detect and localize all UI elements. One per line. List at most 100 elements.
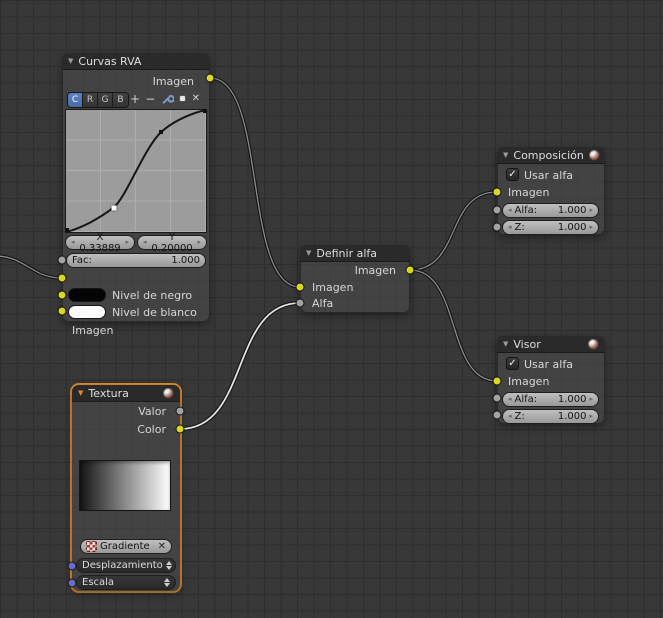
tools-wrench-icon[interactable] <box>161 92 174 105</box>
step-left-icon[interactable]: ◂ <box>508 396 512 403</box>
add-point-button[interactable]: + <box>130 93 140 105</box>
step-right-icon[interactable]: ▸ <box>589 224 593 231</box>
socket-definir-input-alfa[interactable] <box>295 298 305 308</box>
output-label-valor: Valor <box>138 405 166 418</box>
usar-alfa-checkbox[interactable]: ✓ <box>506 357 519 370</box>
socket-visor-input-alfa[interactable] <box>492 393 502 403</box>
node-textura[interactable]: ▼ Textura Valor Color Gradiente ✕ Despla… <box>72 385 180 591</box>
preview-sphere-icon[interactable] <box>588 338 599 350</box>
fac-slider[interactable]: Fac: 1.000 <box>66 253 206 268</box>
alfa-label: Alfa: <box>514 205 538 216</box>
output-label-imagen: Imagen <box>152 75 194 88</box>
white-level-swatch[interactable] <box>68 305 106 319</box>
texture-selector[interactable]: Gradiente ✕ <box>80 539 172 554</box>
unlink-texture-icon[interactable]: ✕ <box>158 541 166 552</box>
socket-textura-output-valor[interactable] <box>175 406 185 416</box>
socket-composicion-input-imagen[interactable] <box>492 187 502 197</box>
step-left-icon[interactable]: ◂ <box>71 239 75 246</box>
node-title: Curvas RVA <box>78 54 142 68</box>
desplazamiento-field[interactable]: Desplazamiento <box>76 558 176 573</box>
socket-curvas-input-nivel-negro[interactable] <box>57 290 67 300</box>
step-left-icon[interactable]: ◂ <box>508 413 512 420</box>
node-textura-header[interactable]: ▼ Textura <box>72 385 180 402</box>
step-right-icon[interactable]: ▸ <box>589 413 593 420</box>
escala-field[interactable]: Escala <box>76 575 176 590</box>
usar-alfa-label: Usar alfa <box>524 358 573 371</box>
input-label-nivel-negro: Nivel de negro <box>112 289 193 302</box>
input-label-imagen: Imagen <box>312 281 354 294</box>
socket-composicion-input-alfa[interactable] <box>492 205 502 215</box>
z-label: Z: <box>514 222 525 233</box>
alfa-value: 1.000 <box>557 205 587 216</box>
node-curvas-rva-header[interactable]: ▼ Curvas RVA <box>62 53 210 70</box>
remove-point-button[interactable]: − <box>145 93 155 105</box>
channel-r-button[interactable]: R <box>83 93 98 107</box>
socket-visor-input-imagen[interactable] <box>492 376 502 386</box>
socket-definir-input-imagen[interactable] <box>295 282 305 292</box>
curve-x-field[interactable]: ◂ X 0.33889 ▸ <box>65 232 135 254</box>
step-right-icon[interactable]: ▸ <box>589 207 593 214</box>
channel-g-button[interactable]: G <box>98 93 113 107</box>
z-number-field[interactable]: ◂ Z: 1.000 ▸ <box>502 409 599 424</box>
spinner-icon[interactable] <box>165 561 172 570</box>
socket-curvas-input-fac[interactable] <box>57 255 67 265</box>
curve-point-selected[interactable] <box>111 205 116 211</box>
alfa-number-field[interactable]: ◂ Alfa: 1.000 ▸ <box>502 203 599 218</box>
usar-alfa-checkbox[interactable]: ✓ <box>506 168 519 181</box>
input-label-imagen: Imagen <box>508 186 550 199</box>
preview-sphere-icon[interactable] <box>588 149 600 161</box>
socket-textura-input-desplazamiento[interactable] <box>67 561 77 571</box>
curve-toolbar: + − ✕ <box>130 91 200 106</box>
curve-y-field[interactable]: ◂ Y 0.20000 ▸ <box>137 232 207 254</box>
output-label-imagen: Imagen <box>354 264 396 277</box>
step-left-icon[interactable]: ◂ <box>508 224 512 231</box>
channel-b-button[interactable]: B <box>113 93 128 107</box>
step-right-icon[interactable]: ▸ <box>589 396 593 403</box>
step-left-icon[interactable]: ◂ <box>508 207 512 214</box>
collapse-icon[interactable]: ▼ <box>503 151 508 159</box>
curve-point-end[interactable] <box>203 109 207 113</box>
preview-sphere-icon[interactable] <box>163 387 174 399</box>
node-curvas-rva[interactable]: ▼ Curvas RVA Imagen C R G B + − ✕ ◂ X 0.… <box>62 53 210 337</box>
collapse-icon[interactable]: ▼ <box>68 57 73 65</box>
delete-points-button[interactable]: ✕ <box>192 93 200 104</box>
input-label-imagen: Imagen <box>72 324 114 337</box>
socket-textura-output-color[interactable] <box>175 424 185 434</box>
node-composicion[interactable]: ▼ Composición ✓ Usar alfa Imagen ◂ Alfa:… <box>497 147 605 235</box>
z-number-field[interactable]: ◂ Z: 1.000 ▸ <box>502 220 599 235</box>
node-visor[interactable]: ▼ Visor ✓ Usar alfa Imagen ◂ Alfa: 1.000… <box>497 336 605 424</box>
node-title: Visor <box>513 337 541 351</box>
black-level-swatch[interactable] <box>68 288 106 302</box>
collapse-icon[interactable]: ▼ <box>503 340 508 348</box>
node-composicion-header[interactable]: ▼ Composición <box>497 147 605 164</box>
socket-curvas-output-imagen[interactable] <box>205 73 215 83</box>
curve-point-origin[interactable] <box>65 228 69 232</box>
socket-curvas-input-imagen[interactable] <box>57 273 67 283</box>
step-right-icon[interactable]: ▸ <box>197 239 201 246</box>
node-title: Textura <box>88 386 129 400</box>
clipping-dot-button[interactable] <box>179 95 187 102</box>
check-icon: ✓ <box>508 357 517 369</box>
socket-textura-input-escala[interactable] <box>67 578 77 588</box>
step-left-icon[interactable]: ◂ <box>143 239 147 246</box>
node-visor-header[interactable]: ▼ Visor <box>497 336 605 353</box>
socket-definir-output-imagen[interactable] <box>405 265 415 275</box>
alfa-number-field[interactable]: ◂ Alfa: 1.000 ▸ <box>502 392 599 407</box>
collapse-icon[interactable]: ▼ <box>306 249 311 257</box>
collapse-icon[interactable]: ▼ <box>78 389 83 397</box>
socket-visor-input-z[interactable] <box>492 410 502 420</box>
step-right-icon[interactable]: ▸ <box>125 239 129 246</box>
socket-composicion-input-z[interactable] <box>492 222 502 232</box>
node-editor-canvas[interactable]: ▼ Curvas RVA Imagen C R G B + − ✕ ◂ X 0.… <box>0 0 663 618</box>
usar-alfa-label: Usar alfa <box>524 169 573 182</box>
spinner-icon[interactable] <box>164 578 170 587</box>
node-definir-alfa-header[interactable]: ▼ Definir alfa <box>300 245 410 262</box>
curve-point-mid[interactable] <box>159 130 164 134</box>
curve-editor[interactable] <box>65 109 207 233</box>
node-definir-alfa[interactable]: ▼ Definir alfa Imagen Imagen Alfa <box>300 245 410 313</box>
channel-c-button[interactable]: C <box>68 93 83 107</box>
texture-checker-icon <box>86 541 97 552</box>
z-value: 1.000 <box>557 411 587 422</box>
socket-curvas-input-nivel-blanco[interactable] <box>57 306 67 316</box>
node-title: Composición <box>513 148 584 162</box>
